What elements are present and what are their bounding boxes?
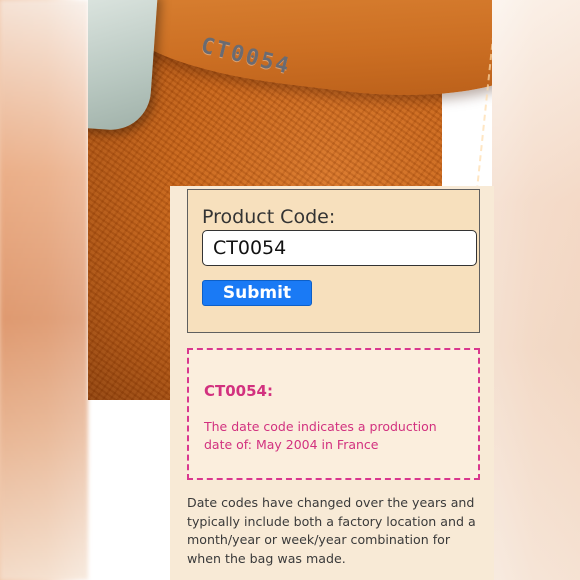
result-message: The date code indicates a production dat… <box>204 419 437 452</box>
result-box: CT0054: The date code indicates a produc… <box>187 348 480 480</box>
submit-button[interactable]: Submit <box>202 280 312 306</box>
product-code-form: Product Code: Submit <box>187 189 480 333</box>
product-code-input[interactable] <box>202 230 477 266</box>
product-code-label: Product Code: <box>202 206 336 228</box>
result-title: CT0054: <box>204 382 273 400</box>
blurred-background-left <box>0 0 88 580</box>
date-code-info: Date codes have changed over the years a… <box>187 495 476 566</box>
blurred-background-right <box>492 0 580 580</box>
tissue-paper <box>88 0 158 133</box>
